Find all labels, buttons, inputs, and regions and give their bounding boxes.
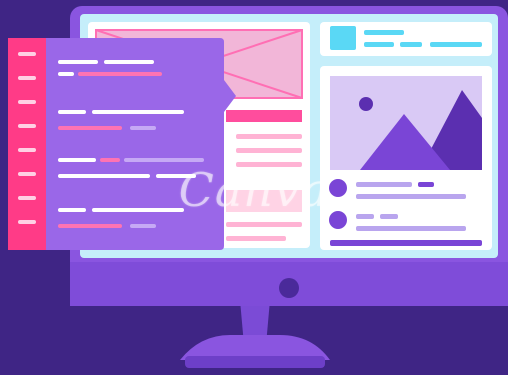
text-line: [236, 162, 302, 167]
text-line: [356, 214, 374, 219]
code-line: [92, 208, 184, 212]
sun-icon: [359, 97, 373, 111]
computer-illustration: [8, 6, 508, 368]
text-line: [236, 148, 302, 153]
code-line: [58, 208, 86, 212]
pink-heading-bar: [226, 110, 302, 122]
code-line: [58, 174, 150, 178]
illustration: Canva: [0, 0, 508, 375]
code-line: [58, 110, 86, 114]
code-line: [124, 158, 204, 162]
text-line: [364, 30, 404, 35]
text-line: [380, 214, 398, 219]
text-line: [356, 194, 466, 199]
text-line: [226, 222, 302, 227]
text-line: [356, 226, 466, 231]
code-line: [92, 110, 184, 114]
code-line: [58, 158, 96, 162]
code-line: [58, 72, 74, 76]
power-button: [279, 278, 299, 298]
text-line: [418, 182, 434, 187]
code-line: [78, 72, 162, 76]
text-line: [236, 134, 302, 139]
code-line: [130, 224, 156, 228]
code-line: [100, 158, 120, 162]
code-line: [58, 126, 122, 130]
monitor-stand-foot: [185, 356, 325, 368]
code-line: [156, 174, 196, 178]
code-line: [104, 60, 154, 64]
code-editor-gutter: [8, 38, 46, 250]
avatar-dot: [329, 179, 347, 197]
text-line: [356, 182, 412, 187]
text-line: [430, 42, 482, 47]
avatar-dot: [329, 211, 347, 229]
pink-block: [226, 190, 302, 212]
code-line: [58, 60, 98, 64]
text-line: [400, 42, 422, 47]
text-line: [364, 42, 394, 47]
text-line: [226, 236, 286, 241]
text-line: [330, 240, 482, 246]
avatar-square: [330, 26, 356, 50]
code-line: [58, 224, 122, 228]
code-line: [130, 126, 156, 130]
